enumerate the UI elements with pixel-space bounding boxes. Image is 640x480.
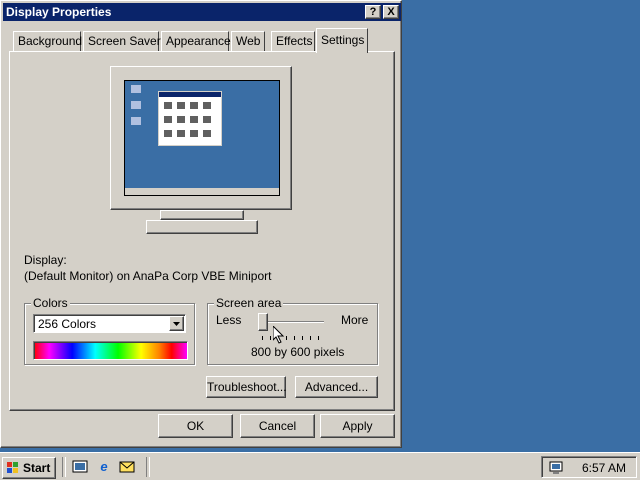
less-label: Less xyxy=(216,313,242,327)
more-label: More xyxy=(341,313,369,327)
colors-select[interactable]: 256 Colors xyxy=(33,314,186,333)
cancel-button-label: Cancel xyxy=(258,419,297,433)
tab-effects[interactable]: Effects xyxy=(271,31,315,51)
help-icon: ? xyxy=(369,6,377,18)
windows-logo-icon xyxy=(7,462,18,473)
tab-label: Background xyxy=(18,34,83,48)
help-button[interactable]: ? xyxy=(365,5,381,19)
colors-select-value: 256 Colors xyxy=(38,317,97,331)
tab-appearance[interactable]: Appearance xyxy=(161,31,231,51)
slider-tick xyxy=(302,336,303,340)
tab-screen-saver[interactable]: Screen Saver xyxy=(83,31,161,51)
monitor-stand-base xyxy=(146,220,258,234)
mouse-cursor-icon xyxy=(273,326,285,344)
monitor-screen-preview xyxy=(124,80,280,196)
display-settings-tray-icon[interactable] xyxy=(548,460,564,476)
tab-settings[interactable]: Settings xyxy=(316,28,368,53)
tab-web[interactable]: Web xyxy=(231,31,265,51)
monitor-stand-neck xyxy=(160,210,244,220)
cancel-button[interactable]: Cancel xyxy=(240,414,315,438)
window-title: Display Properties xyxy=(6,5,112,19)
mini-taskbar-preview xyxy=(125,188,279,195)
screen-area-group-title: Screen area xyxy=(214,296,284,310)
mini-desktop-icon xyxy=(131,101,141,109)
taskbar: Start e 6:57 AM xyxy=(0,452,640,480)
tab-label: Screen Saver xyxy=(88,34,161,48)
chevron-down-icon[interactable] xyxy=(169,316,184,331)
ok-button-label: OK xyxy=(186,419,205,433)
advanced-button-label: Advanced... xyxy=(304,380,369,394)
slider-tick xyxy=(318,336,319,340)
start-button[interactable]: Start xyxy=(2,457,56,479)
system-tray: 6:57 AM xyxy=(541,456,637,478)
slider-tick xyxy=(310,336,311,340)
title-bar[interactable]: Display Properties ? X xyxy=(3,3,401,21)
mini-window-preview xyxy=(158,91,222,146)
slider-tick xyxy=(262,336,263,340)
screen-area-slider-thumb[interactable] xyxy=(258,313,268,331)
display-label: Display: xyxy=(24,253,67,267)
display-value: (Default Monitor) on AnaPa Corp VBE Mini… xyxy=(24,269,272,283)
show-desktop-icon[interactable] xyxy=(72,459,88,475)
close-icon: X xyxy=(387,6,395,18)
tab-label: Web xyxy=(236,34,261,48)
internet-explorer-icon[interactable]: e xyxy=(96,459,112,475)
resolution-label: 800 by 600 pixels xyxy=(251,345,345,359)
taskbar-separator xyxy=(146,457,150,477)
mini-desktop-icon xyxy=(131,117,141,125)
outlook-express-icon[interactable] xyxy=(119,459,135,475)
close-button[interactable]: X xyxy=(383,5,399,19)
mini-desktop-icon xyxy=(131,85,141,93)
troubleshoot-button-label: Troubleshoot... xyxy=(207,380,287,394)
colors-group-title: Colors xyxy=(31,296,70,310)
ok-button[interactable]: OK xyxy=(158,414,233,438)
tab-label: Appearance xyxy=(166,34,231,48)
slider-tick xyxy=(270,336,271,340)
apply-button[interactable]: Apply xyxy=(320,414,395,438)
taskbar-separator xyxy=(62,457,66,477)
tab-background[interactable]: Background xyxy=(13,31,83,51)
advanced-button[interactable]: Advanced... xyxy=(295,376,378,398)
slider-tick xyxy=(286,336,287,340)
color-spectrum-preview xyxy=(33,341,188,360)
start-label: Start xyxy=(23,461,51,475)
tab-label: Settings xyxy=(321,33,365,47)
slider-tick xyxy=(294,336,295,340)
tab-label: Effects xyxy=(276,34,313,48)
apply-button-label: Apply xyxy=(342,419,373,433)
troubleshoot-button[interactable]: Troubleshoot... xyxy=(206,376,287,398)
clock[interactable]: 6:57 AM xyxy=(582,461,626,475)
